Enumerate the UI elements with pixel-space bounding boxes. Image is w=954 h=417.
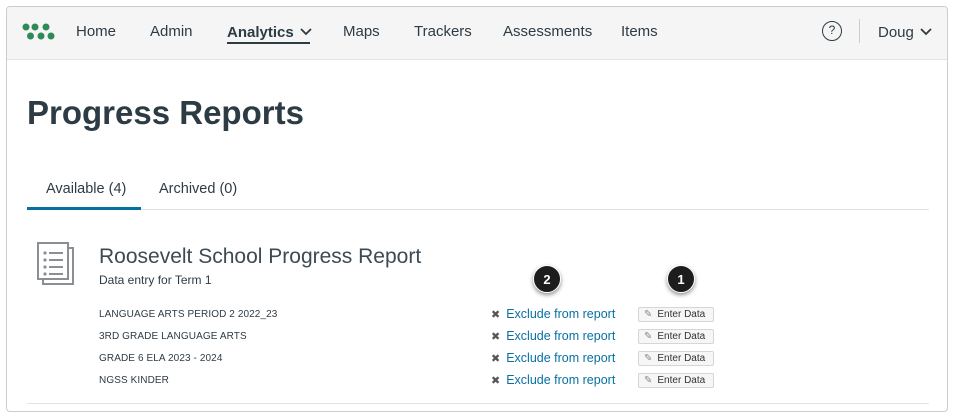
report-subtitle: Data entry for Term 1	[99, 273, 212, 287]
enter-data-button[interactable]: ✎ Enter Data	[638, 329, 714, 344]
chevron-down-icon	[300, 23, 312, 40]
page-title: Progress Reports	[27, 94, 304, 131]
exclude-label: Exclude from report	[506, 373, 616, 387]
pencil-icon: ✎	[644, 375, 653, 386]
close-icon: ✖	[491, 353, 501, 365]
exclude-from-report-link[interactable]: ✖ Exclude from report	[491, 373, 615, 387]
nav-analytics-label: Analytics	[227, 24, 294, 41]
course-row-name: NGSS KINDER	[99, 375, 170, 386]
nav-admin[interactable]: Admin	[150, 23, 193, 40]
exclude-from-report-link[interactable]: ✖ Exclude from report	[491, 329, 615, 343]
enter-data-label: Enter Data	[657, 331, 706, 342]
top-navbar: Home Admin Analytics Maps Trackers Asses…	[7, 7, 947, 60]
report-document-icon	[37, 242, 74, 285]
callout-badge-exclude: 2	[533, 265, 561, 293]
enter-data-label: Enter Data	[657, 309, 706, 320]
enter-data-button[interactable]: ✎ Enter Data	[638, 373, 714, 388]
course-row-name: 3RD GRADE LANGUAGE ARTS	[99, 331, 247, 342]
nav-items[interactable]: Items	[621, 23, 658, 40]
exclude-label: Exclude from report	[506, 307, 616, 321]
course-row-name: LANGUAGE ARTS PERIOD 2 2022_23	[99, 309, 278, 320]
enter-data-label: Enter Data	[657, 375, 706, 386]
tabs-divider	[27, 209, 929, 210]
close-icon: ✖	[491, 375, 501, 387]
chevron-down-icon	[920, 23, 932, 40]
close-icon: ✖	[491, 309, 501, 321]
close-icon: ✖	[491, 331, 501, 343]
pencil-icon: ✎	[644, 353, 653, 364]
tab-active-indicator	[27, 207, 141, 210]
nav-divider	[859, 19, 860, 43]
callout-badge-enter-data: 1	[667, 265, 695, 293]
logo-icon[interactable]	[21, 22, 57, 44]
pencil-icon: ✎	[644, 309, 653, 320]
nav-analytics[interactable]: Analytics	[227, 23, 312, 41]
exclude-label: Exclude from report	[506, 351, 616, 365]
nav-active-indicator	[227, 42, 310, 44]
enter-data-button[interactable]: ✎ Enter Data	[638, 307, 714, 322]
user-menu[interactable]: Doug	[878, 23, 932, 41]
report-title: Roosevelt School Progress Report	[99, 245, 422, 268]
tab-available[interactable]: Available (4)	[46, 181, 126, 197]
user-name: Doug	[878, 24, 914, 41]
nav-trackers[interactable]: Trackers	[414, 23, 472, 40]
help-icon[interactable]: ?	[822, 21, 842, 41]
enter-data-button[interactable]: ✎ Enter Data	[638, 351, 714, 366]
enter-data-label: Enter Data	[657, 353, 706, 364]
tab-archived[interactable]: Archived (0)	[159, 181, 237, 197]
course-row-name: GRADE 6 ELA 2023 - 2024	[99, 353, 223, 364]
nav-maps[interactable]: Maps	[343, 23, 380, 40]
nav-assessments[interactable]: Assessments	[503, 23, 592, 40]
pencil-icon: ✎	[644, 331, 653, 342]
app-window: Home Admin Analytics Maps Trackers Asses…	[6, 6, 948, 412]
nav-home[interactable]: Home	[76, 23, 116, 40]
exclude-from-report-link[interactable]: ✖ Exclude from report	[491, 351, 615, 365]
exclude-from-report-link[interactable]: ✖ Exclude from report	[491, 307, 615, 321]
exclude-label: Exclude from report	[506, 329, 616, 343]
section-divider	[27, 403, 929, 404]
